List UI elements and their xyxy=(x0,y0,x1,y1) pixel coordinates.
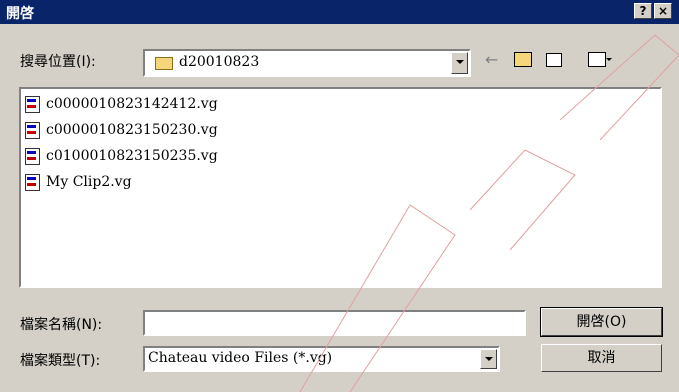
folder-icon xyxy=(155,57,173,70)
new-folder-icon[interactable] xyxy=(546,53,562,67)
close-button[interactable]: × xyxy=(654,3,672,19)
view-menu-icon[interactable] xyxy=(588,52,606,67)
chevron-down-icon[interactable] xyxy=(606,58,612,61)
look-in-value: d20010823 xyxy=(179,54,260,70)
back-icon[interactable]: ← xyxy=(485,50,498,69)
filetype-value: Chateau video Files (*.vg) xyxy=(148,350,333,366)
file-icon xyxy=(25,121,40,139)
file-name: My Clip2.vg xyxy=(46,174,132,190)
list-item[interactable]: My Clip2.vg xyxy=(25,171,132,193)
list-item[interactable]: c0000010823150230.vg xyxy=(25,119,218,141)
filetype-combo[interactable]: Chateau video Files (*.vg) xyxy=(143,346,500,372)
file-icon xyxy=(25,147,40,165)
look-in-label: 搜尋位置(I): xyxy=(20,54,96,70)
file-name: c0000010823150230.vg xyxy=(46,122,218,138)
look-in-combo[interactable]: d20010823 xyxy=(143,49,471,77)
help-button[interactable]: ? xyxy=(634,3,652,19)
cancel-button[interactable]: 取消 xyxy=(541,344,662,372)
title-bar: 開啓 ? × xyxy=(0,0,679,24)
filetype-dropdown-arrow[interactable] xyxy=(480,349,497,369)
filetype-label: 檔案類型(T): xyxy=(20,353,101,369)
window-title: 開啓 xyxy=(6,6,34,22)
filename-input[interactable] xyxy=(143,310,526,336)
open-button[interactable]: 開啓(O) xyxy=(540,307,663,337)
file-icon xyxy=(25,173,40,191)
list-item[interactable]: c0100010823150235.vg xyxy=(25,145,218,167)
look-in-dropdown-arrow[interactable] xyxy=(451,52,468,74)
file-icon xyxy=(25,95,40,113)
list-item[interactable]: c0000010823142412.vg xyxy=(25,93,218,115)
file-name: c0000010823142412.vg xyxy=(46,96,218,112)
filename-label: 檔案名稱(N): xyxy=(20,317,103,333)
file-name: c0100010823150235.vg xyxy=(46,148,218,164)
file-list[interactable]: c0000010823142412.vg c0000010823150230.v… xyxy=(19,87,662,288)
up-folder-icon[interactable] xyxy=(514,52,532,67)
